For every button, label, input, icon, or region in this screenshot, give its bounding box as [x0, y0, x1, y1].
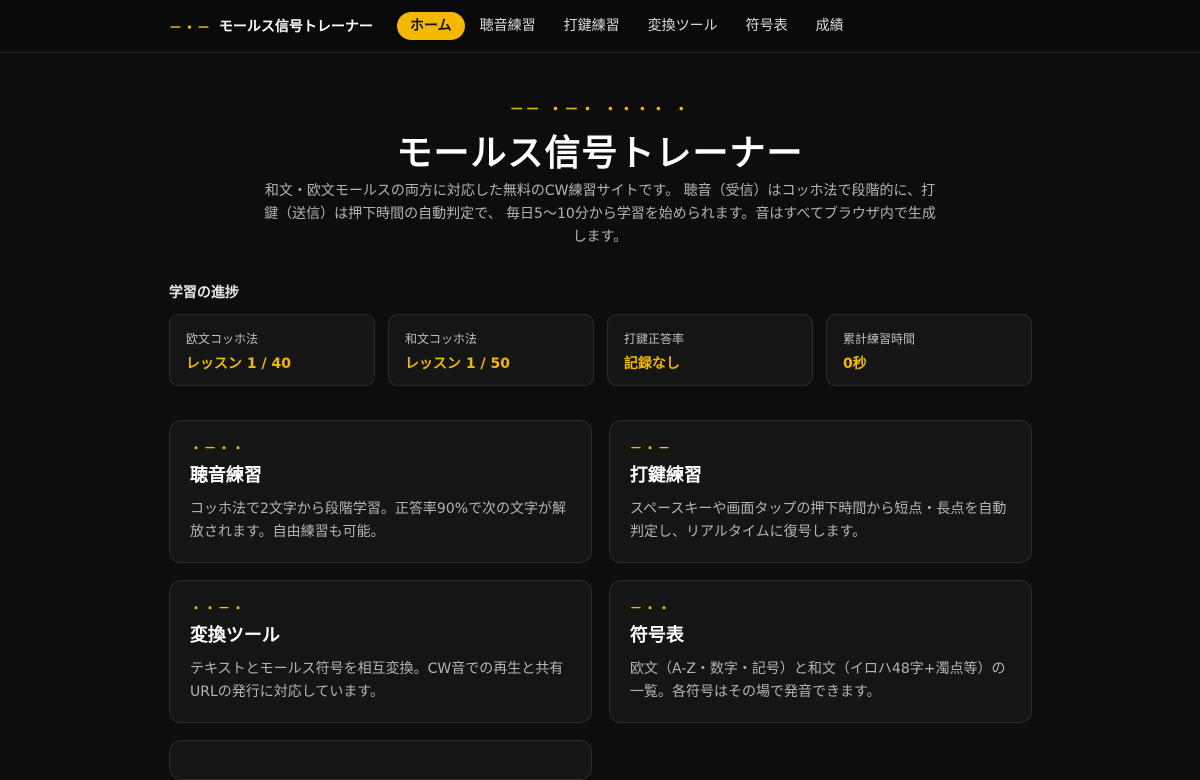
stat-value: レッスン 1 / 50	[405, 356, 510, 372]
main-nav: ホーム 聴音練習 打鍵練習 変換ツール 符号表 成績	[397, 12, 859, 40]
stat-card-total-time: 累計練習時間 0秒	[826, 314, 1032, 386]
nav-code-table[interactable]: 符号表	[733, 12, 801, 40]
card-title: 符号表	[630, 625, 684, 646]
progress-stats: 欧文コッホ法 レッスン 1 / 40 和文コッホ法 レッスン 1 / 50 打鍵…	[169, 314, 1032, 386]
hero-description: 和文・欧文モールスの両方に対応した無料のCW練習サイトです。 聴音（受信）はコッ…	[264, 183, 936, 245]
card-morse-icon: －・・	[630, 601, 673, 615]
nav-converter[interactable]: 変換ツール	[635, 12, 731, 40]
stat-card-english-koch: 欧文コッホ法 レッスン 1 / 40	[169, 314, 375, 386]
page-title: モールス信号トレーナー	[396, 133, 804, 174]
stat-label: 和文コッホ法	[405, 332, 478, 346]
progress-section-title: 学習の進捗	[169, 285, 239, 301]
feature-card-code-table[interactable]: －・・ 符号表 欧文（A-Z・数字・記号）と和文（イロハ48字+濁点等）の一覧。…	[609, 580, 1032, 723]
card-description: スペースキーや画面タップの押下時間から短点・長点を自動判定し、リアルタイムに復号…	[630, 501, 1007, 540]
nav-listening[interactable]: 聴音練習	[467, 12, 549, 40]
nav-keying[interactable]: 打鍵練習	[551, 12, 633, 40]
card-morse-icon: －・－	[630, 441, 673, 455]
stat-label: 打鍵正答率	[624, 332, 685, 346]
card-morse-icon: ・－・・	[190, 441, 247, 455]
card-title: 打鍵練習	[630, 465, 702, 486]
card-title: 聴音練習	[190, 465, 262, 486]
brand-name: モールス信号トレーナー	[219, 19, 374, 35]
card-description: テキストとモールス符号を相互変換。CW音での再生と共有URLの発行に対応していま…	[190, 661, 564, 700]
feature-card-converter[interactable]: ・・－・ 変換ツール テキストとモールス符号を相互変換。CW音での再生と共有UR…	[169, 580, 592, 723]
stat-label: 累計練習時間	[843, 332, 916, 346]
hero-morse-decoration: －－ ・－・ ・・・・ ・	[509, 102, 691, 118]
stat-card-keying-accuracy: 打鍵正答率 記録なし	[607, 314, 813, 386]
stat-value: 記録なし	[624, 356, 680, 372]
stat-card-japanese-koch: 和文コッホ法 レッスン 1 / 50	[388, 314, 594, 386]
feature-card-keying[interactable]: －・－ 打鍵練習 スペースキーや画面タップの押下時間から短点・長点を自動判定し、…	[609, 420, 1032, 563]
feature-cards: ・－・・ 聴音練習 コッホ法で2文字から段階学習。正答率90%で次の文字が解放さ…	[169, 420, 1032, 780]
top-nav-bar: －・－ モールス信号トレーナー ホーム 聴音練習 打鍵練習 変換ツール 符号表 …	[0, 0, 1200, 53]
card-description: コッホ法で2文字から段階学習。正答率90%で次の文字が解放されます。自由練習も可…	[190, 501, 567, 540]
feature-card-results[interactable]	[169, 740, 592, 780]
nav-results[interactable]: 成績	[803, 12, 857, 40]
feature-card-listening[interactable]: ・－・・ 聴音練習 コッホ法で2文字から段階学習。正答率90%で次の文字が解放さ…	[169, 420, 592, 563]
stat-value: レッスン 1 / 40	[186, 356, 291, 372]
nav-home[interactable]: ホーム	[397, 12, 465, 40]
card-description: 欧文（A-Z・数字・記号）と和文（イロハ48字+濁点等）の一覧。各符号はその場で…	[630, 661, 1006, 700]
stat-label: 欧文コッホ法	[186, 332, 259, 346]
card-title: 変換ツール	[190, 625, 280, 646]
brand-logo-link[interactable]: －・－ モールス信号トレーナー	[169, 0, 373, 52]
stat-value: 0秒	[843, 356, 867, 372]
morse-logo-icon: －・－	[169, 20, 212, 36]
card-morse-icon: ・・－・	[190, 601, 247, 615]
